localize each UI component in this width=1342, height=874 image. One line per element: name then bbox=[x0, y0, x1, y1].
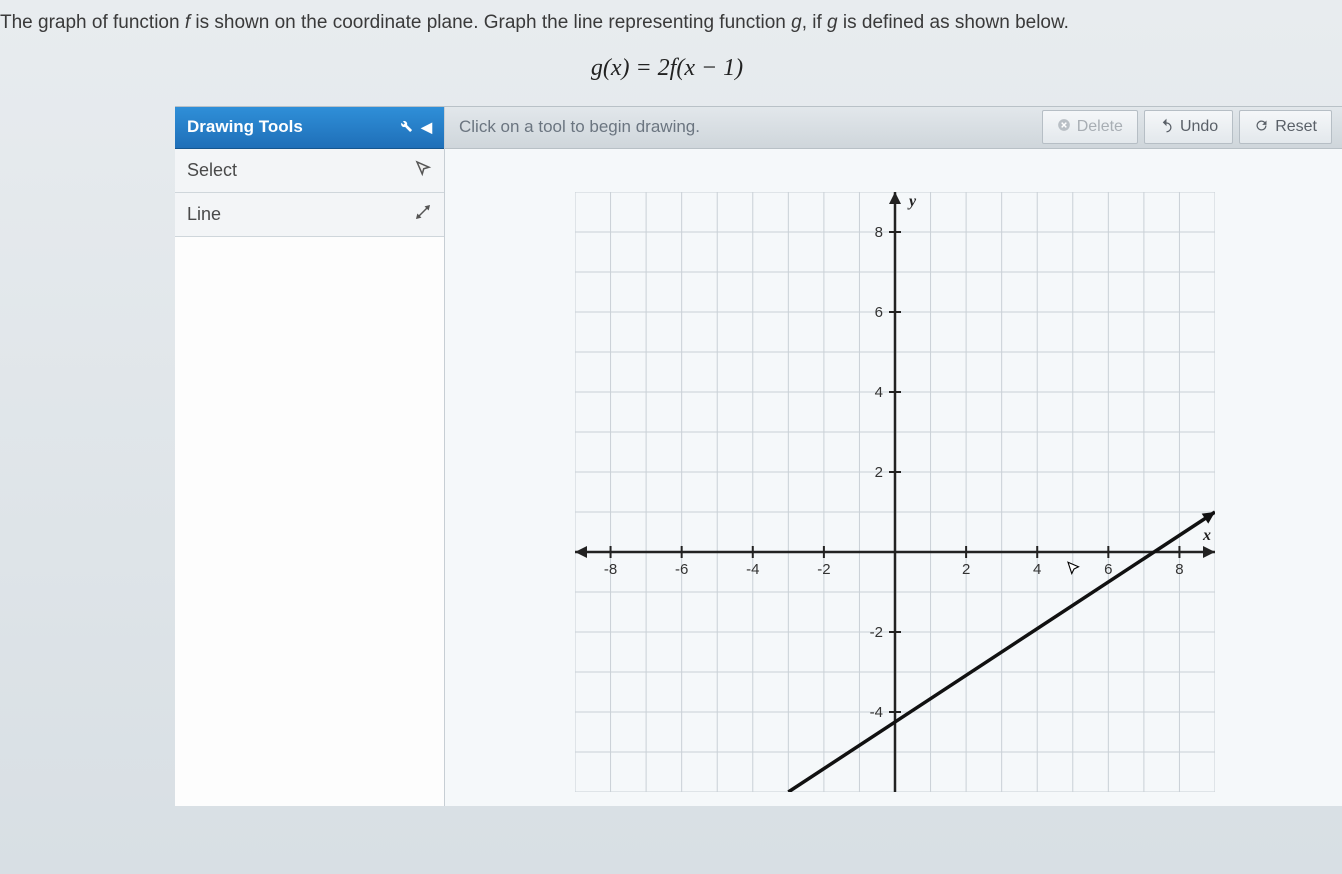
svg-text:8: 8 bbox=[875, 224, 883, 241]
var-g2: g bbox=[827, 12, 838, 33]
drawing-tools-panel: Drawing Tools ◀ Select Line bbox=[175, 107, 445, 806]
tool-label: Select bbox=[187, 160, 237, 181]
svg-text:4: 4 bbox=[1033, 561, 1041, 578]
svg-text:6: 6 bbox=[875, 304, 883, 321]
svg-text:-6: -6 bbox=[675, 561, 688, 578]
svg-text:x: x bbox=[1202, 527, 1211, 544]
reset-button[interactable]: Reset bbox=[1239, 110, 1332, 144]
var-g: g bbox=[791, 12, 802, 33]
undo-icon bbox=[1159, 118, 1174, 137]
svg-text:y: y bbox=[907, 193, 917, 210]
undo-label: Undo bbox=[1180, 118, 1218, 136]
svg-text:2: 2 bbox=[962, 561, 970, 578]
svg-text:8: 8 bbox=[1175, 561, 1183, 578]
svg-text:-8: -8 bbox=[604, 561, 617, 578]
svg-text:4: 4 bbox=[875, 384, 883, 401]
svg-text:2: 2 bbox=[875, 464, 883, 481]
reset-label: Reset bbox=[1275, 118, 1317, 136]
coordinate-plane[interactable]: -8 -6 -4 -2 2 4 6 8 -4 -2 2 4 6 8 y x bbox=[575, 192, 1215, 792]
prompt-part: The graph of function bbox=[0, 12, 185, 33]
svg-text:-4: -4 bbox=[746, 561, 759, 578]
svg-text:6: 6 bbox=[1104, 561, 1112, 578]
drawing-tools-title: Drawing Tools bbox=[187, 117, 303, 137]
question-prompt: The graph of function f is shown on the … bbox=[0, 10, 1334, 37]
workspace: Drawing Tools ◀ Select Line Click on a t… bbox=[175, 106, 1342, 806]
delete-icon bbox=[1057, 118, 1071, 136]
svg-text:-4: -4 bbox=[870, 704, 883, 721]
tool-line[interactable]: Line bbox=[175, 193, 444, 237]
question-area: The graph of function f is shown on the … bbox=[0, 0, 1342, 106]
prompt-part: , if bbox=[802, 12, 827, 33]
delete-label: Delete bbox=[1077, 118, 1123, 136]
prompt-part: is defined as shown below. bbox=[838, 12, 1069, 33]
prompt-part: is shown on the coordinate plane. Graph … bbox=[190, 12, 791, 33]
canvas-toolbar: Click on a tool to begin drawing. Delete… bbox=[445, 107, 1342, 149]
svg-text:-2: -2 bbox=[817, 561, 830, 578]
tool-select[interactable]: Select bbox=[175, 149, 444, 193]
canvas-area: Click on a tool to begin drawing. Delete… bbox=[445, 107, 1342, 806]
svg-text:-2: -2 bbox=[870, 624, 883, 641]
wrench-icon bbox=[397, 117, 413, 138]
tool-label: Line bbox=[187, 204, 221, 225]
pointer-icon bbox=[414, 159, 432, 182]
collapse-icon[interactable]: ◀ bbox=[421, 119, 432, 136]
formula-display: g(x) = 2f(x − 1) bbox=[0, 55, 1334, 82]
drawing-tools-header: Drawing Tools ◀ bbox=[175, 107, 444, 149]
line-icon bbox=[414, 203, 432, 226]
reset-icon bbox=[1254, 118, 1269, 137]
undo-button[interactable]: Undo bbox=[1144, 110, 1233, 144]
delete-button[interactable]: Delete bbox=[1042, 110, 1138, 144]
toolbar-hint: Click on a tool to begin drawing. bbox=[455, 117, 1036, 137]
